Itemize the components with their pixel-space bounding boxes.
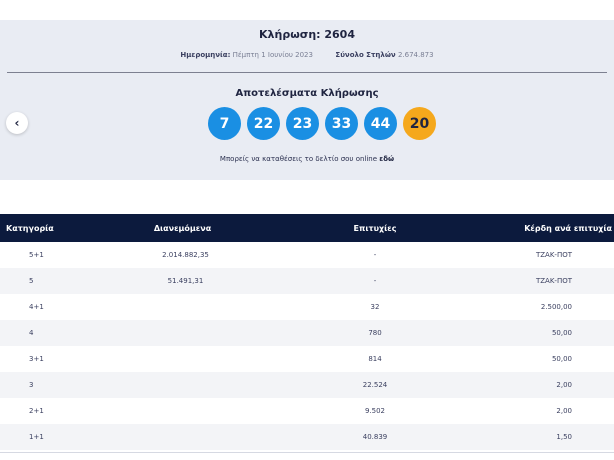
row-winners: - <box>373 277 377 285</box>
draw-card: Κλήρωση: 2604 Ημερομηνία: Πέμπτη 1 Ιουνί… <box>0 20 614 180</box>
number-ball: 33 <box>325 107 358 140</box>
header-distributed: Διανεμόμενα <box>153 223 212 233</box>
table-row: 3+1 814 50,00 <box>0 346 614 372</box>
bet-online-text: Μπορείς να καταθέσεις το δελτίο σου onli… <box>0 155 614 163</box>
number-ball: 7 <box>208 107 241 140</box>
row-prize: 50,00 <box>551 355 572 363</box>
draw-title: Κλήρωση: 2604 <box>259 28 355 41</box>
row-category: 5 <box>29 277 34 285</box>
row-category: 4 <box>29 329 34 337</box>
row-winners: 32 <box>370 303 380 311</box>
row-winners: 780 <box>368 329 382 337</box>
row-category: 4+1 <box>29 303 44 311</box>
number-ball: 23 <box>286 107 319 140</box>
chevron-left-icon: ‹ <box>14 116 20 130</box>
prize-table: Κατηγορία Διανεμόμενα Επιτυχίες Κέρδη αν… <box>0 214 614 450</box>
divider <box>7 72 607 73</box>
table-row: 4 780 50,00 <box>0 320 614 346</box>
row-category: 3 <box>29 381 34 389</box>
row-distributed <box>95 398 270 424</box>
table-header: Κατηγορία Διανεμόμενα Επιτυχίες Κέρδη αν… <box>0 214 614 242</box>
row-winners: - <box>373 251 377 259</box>
row-distributed <box>95 372 270 398</box>
row-distributed <box>95 424 270 450</box>
row-prize: ΤΖΑΚ-ΠΟΤ <box>535 251 572 259</box>
row-category: 5+1 <box>29 251 44 259</box>
row-distributed <box>95 320 270 346</box>
row-prize: ΤΖΑΚ-ΠΟΤ <box>535 277 572 285</box>
winning-numbers: 7 22 23 33 44 20 <box>208 107 436 140</box>
row-prize: 2,00 <box>556 407 572 415</box>
row-distributed <box>95 346 270 372</box>
row-distributed <box>95 294 270 320</box>
row-category: 1+1 <box>29 433 44 441</box>
table-row: 5 51.491,31 - ΤΖΑΚ-ΠΟΤ <box>0 268 614 294</box>
row-prize: 2.500,00 <box>540 303 572 311</box>
date-label: Ημερομηνία: <box>180 51 231 59</box>
table-row: 3 22.524 2,00 <box>0 372 614 398</box>
bonus-ball: 20 <box>403 107 436 140</box>
row-distributed: 51.491,31 <box>167 277 204 285</box>
table-bottom-border <box>0 452 614 453</box>
row-winners: 40.839 <box>362 433 388 441</box>
columns-value: 2.674.873 <box>397 51 434 59</box>
row-category: 2+1 <box>29 407 44 415</box>
number-ball: 22 <box>247 107 280 140</box>
draw-meta: Ημερομηνία: Πέμπτη 1 Ιουνίου 2023 Σύνολο… <box>0 51 614 59</box>
row-winners: 814 <box>368 355 382 363</box>
row-category: 3+1 <box>29 355 44 363</box>
results-title: Αποτελέσματα Κλήρωσης <box>235 88 379 99</box>
table-row: 1+1 40.839 1,50 <box>0 424 614 450</box>
row-prize: 2,00 <box>556 381 572 389</box>
header-category: Κατηγορία <box>6 223 54 233</box>
table-row: 4+1 32 2.500,00 <box>0 294 614 320</box>
row-prize: 1,50 <box>556 433 572 441</box>
columns-label: Σύνολο Στηλών <box>335 51 396 59</box>
row-winners: 22.524 <box>362 381 388 389</box>
header-winners: Επιτυχίες <box>353 223 397 233</box>
number-ball: 44 <box>364 107 397 140</box>
bet-online-label: Μπορείς να καταθέσεις το δελτίο σου onli… <box>219 155 378 163</box>
previous-draw-button[interactable]: ‹ <box>6 112 28 134</box>
date-value: Πέμπτη 1 Ιουνίου 2023 <box>232 51 313 59</box>
row-distributed: 2.014.882,35 <box>162 251 209 259</box>
bet-online-link[interactable]: εδώ <box>379 155 394 163</box>
row-prize: 50,00 <box>551 329 572 337</box>
table-row: 5+1 2.014.882,35 - ΤΖΑΚ-ΠΟΤ <box>0 242 614 268</box>
header-prize: Κέρδη ανά επιτυχία <box>524 223 612 233</box>
table-row: 2+1 9.502 2,00 <box>0 398 614 424</box>
row-winners: 9.502 <box>364 407 386 415</box>
